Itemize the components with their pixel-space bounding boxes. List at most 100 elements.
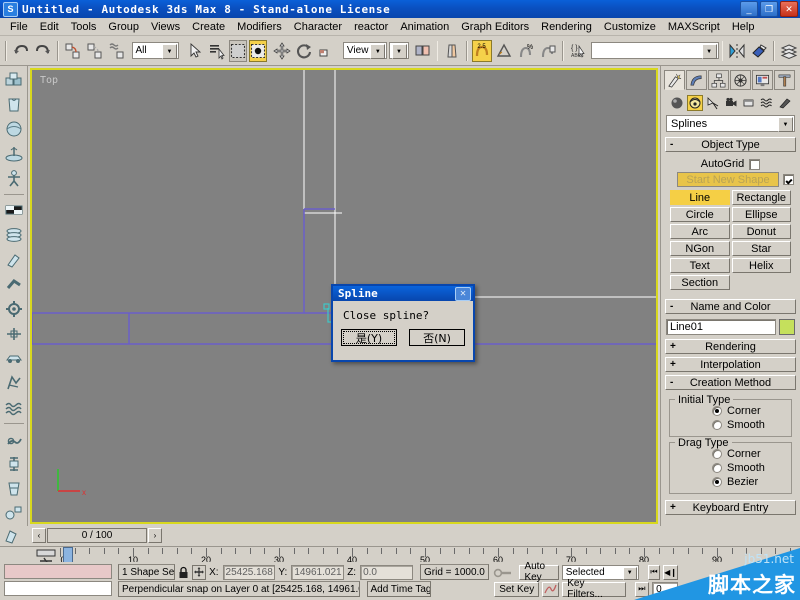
percent-snap-toggle-icon[interactable]: %	[516, 40, 536, 62]
display-tab[interactable]	[752, 70, 773, 90]
previous-frame-button[interactable]: ◀❙	[663, 565, 678, 580]
autogrid-row[interactable]: AutoGrid	[667, 158, 794, 170]
close-button[interactable]: ✕	[780, 1, 798, 17]
named-selection-sets-icon[interactable]: { }ABC	[568, 40, 588, 62]
rollout-header-rendering[interactable]: + Rendering	[665, 339, 796, 354]
rollout-toggle-icon[interactable]: +	[670, 501, 676, 514]
auto-key-button[interactable]: Auto Key	[519, 565, 558, 580]
adaptive-degradation-icon[interactable]	[492, 566, 516, 579]
menu-customize[interactable]: Customize	[598, 20, 662, 34]
object-name-input[interactable]: Line01	[666, 319, 776, 335]
redo-icon[interactable]	[33, 40, 53, 62]
autogrid-checkbox[interactable]	[749, 159, 760, 170]
cloth-collection-icon[interactable]	[2, 223, 26, 247]
maxscript-mini-listener-input[interactable]	[4, 564, 112, 579]
drag-type-corner-row[interactable]: Corner	[712, 448, 787, 460]
mirror-tool-icon[interactable]	[727, 40, 747, 62]
time-slider-next-button[interactable]: ›	[148, 528, 162, 543]
select-and-scale-icon[interactable]	[316, 40, 336, 62]
rollout-toggle-icon[interactable]: -	[670, 138, 673, 151]
rollout-toggle-icon[interactable]: +	[670, 340, 676, 353]
create-tab[interactable]	[664, 70, 685, 90]
object-type-ngon[interactable]: NGon	[670, 241, 730, 256]
drag-type-smooth-row[interactable]: Smooth	[712, 462, 787, 474]
chevron-down-icon[interactable]: ▼	[162, 44, 177, 59]
select-and-link-icon[interactable]	[63, 40, 83, 62]
rope-icon[interactable]	[2, 272, 26, 296]
object-type-helix[interactable]: Helix	[732, 258, 792, 273]
rollout-header-object-type[interactable]: - Object Type	[665, 137, 796, 152]
select-and-rotate-icon[interactable]	[294, 40, 314, 62]
angle-snap-toggle-icon[interactable]	[494, 40, 514, 62]
align-tool-icon[interactable]	[749, 40, 769, 62]
set-key-button[interactable]: Set Key	[494, 582, 539, 597]
drag-type-corner-radio[interactable]	[712, 449, 722, 459]
rollout-header-interpolation[interactable]: + Interpolation	[665, 357, 796, 372]
go-to-end-button[interactable]: ⏭	[635, 582, 650, 597]
window-crossing-toggle-icon[interactable]	[249, 40, 267, 62]
object-type-ellipse[interactable]: Ellipse	[732, 207, 792, 222]
object-category-dropdown[interactable]: Splines ▼	[666, 115, 795, 132]
layer-manager-icon[interactable]	[779, 40, 799, 62]
current-frame-field[interactable]: 0	[652, 582, 678, 597]
initial-type-smooth-radio[interactable]	[712, 420, 722, 430]
lights-icon[interactable]	[705, 95, 721, 111]
key-filters-curve-icon[interactable]	[542, 582, 559, 597]
spring-icon[interactable]	[2, 427, 26, 451]
drag-type-smooth-radio[interactable]	[712, 463, 722, 473]
dashpot-icon[interactable]	[2, 452, 26, 476]
wind-icon[interactable]	[2, 322, 26, 346]
menu-maxscript[interactable]: MAXScript	[662, 20, 726, 34]
cloth-icon[interactable]	[2, 93, 26, 117]
coord-x-field[interactable]: 25425.168	[223, 565, 276, 580]
menu-character[interactable]: Character	[288, 20, 348, 34]
menu-group[interactable]: Group	[102, 20, 145, 34]
unlink-selection-icon[interactable]	[85, 40, 105, 62]
yes-button[interactable]: 是(Y)	[341, 329, 397, 346]
initial-type-smooth-row[interactable]: Smooth	[712, 419, 787, 431]
water-sim-icon[interactable]	[2, 396, 26, 420]
object-type-star[interactable]: Star	[732, 241, 792, 256]
menu-graph-editors[interactable]: Graph Editors	[455, 20, 535, 34]
sphere-icon[interactable]	[2, 117, 26, 141]
restore-button[interactable]: ❐	[760, 1, 778, 17]
menu-tools[interactable]: Tools	[65, 20, 103, 34]
menu-create[interactable]: Create	[186, 20, 231, 34]
spinner-snap-toggle-icon[interactable]	[538, 40, 558, 62]
undo-icon[interactable]	[11, 40, 31, 62]
rollout-toggle-icon[interactable]: -	[670, 376, 673, 389]
constraint-solver-icon[interactable]	[2, 477, 26, 501]
coord-z-field[interactable]: 0.0	[360, 565, 413, 580]
reference-coord-system-combo[interactable]: View ▼	[343, 42, 387, 59]
selection-filter-combo[interactable]: All ▼	[132, 42, 179, 59]
object-type-rectangle[interactable]: Rectangle	[732, 190, 792, 205]
systems-icon[interactable]	[777, 95, 793, 111]
rollout-toggle-icon[interactable]: -	[670, 300, 673, 313]
chevron-down-icon[interactable]: ▼	[778, 117, 793, 132]
minimize-button[interactable]: _	[740, 1, 758, 17]
menu-edit[interactable]: Edit	[34, 20, 65, 34]
go-to-start-button[interactable]: ⏮	[648, 565, 660, 580]
menu-modifiers[interactable]: Modifiers	[231, 20, 288, 34]
add-time-tag-button[interactable]: Add Time Tag	[367, 581, 432, 597]
menu-file[interactable]: File	[4, 20, 34, 34]
rollout-header-name-and-color[interactable]: - Name and Color	[665, 299, 796, 314]
object-type-section[interactable]: Section	[670, 275, 730, 290]
space-warps-icon[interactable]	[759, 95, 775, 111]
start-new-shape-checkbox[interactable]	[783, 174, 794, 185]
utilities-tab[interactable]	[774, 70, 795, 90]
chevron-down-icon[interactable]: ▼	[370, 44, 385, 59]
select-and-move-icon[interactable]	[272, 40, 292, 62]
shapes-icon[interactable]	[687, 95, 703, 111]
chevron-down-icon[interactable]: ▼	[392, 44, 407, 59]
menu-animation[interactable]: Animation	[394, 20, 455, 34]
drag-type-bezier-radio[interactable]	[712, 477, 722, 487]
bind-to-space-warp-icon[interactable]	[107, 40, 127, 62]
time-slider-field[interactable]: 0 / 100	[47, 528, 147, 543]
hierarchy-tab[interactable]	[708, 70, 729, 90]
menu-rendering[interactable]: Rendering	[535, 20, 598, 34]
rollout-header-creation-method[interactable]: - Creation Method	[665, 375, 796, 390]
object-type-circle[interactable]: Circle	[670, 207, 730, 222]
ragdoll-icon[interactable]	[2, 167, 26, 191]
menu-help[interactable]: Help	[726, 20, 761, 34]
